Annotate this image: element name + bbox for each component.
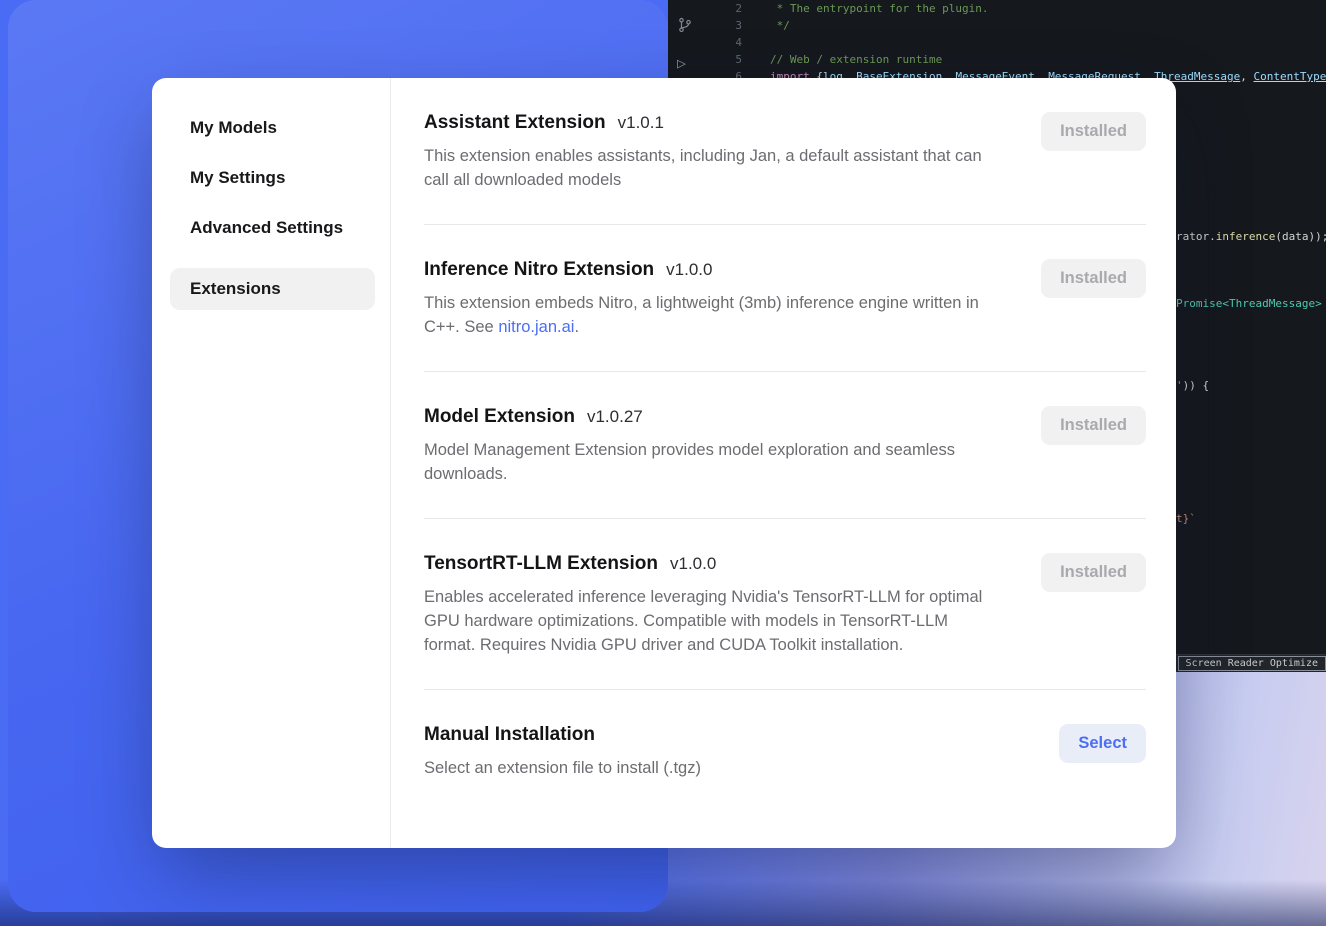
manual-installation-row: Manual Installation Select an extension … bbox=[424, 690, 1146, 812]
extension-description: This extension embeds Nitro, a lightweig… bbox=[424, 291, 999, 339]
installed-button[interactable]: Installed bbox=[1041, 259, 1146, 298]
extension-description: This extension enables assistants, inclu… bbox=[424, 144, 999, 192]
screen-reader-optimize-button[interactable]: Screen Reader Optimize bbox=[1178, 656, 1326, 671]
extension-version: v1.0.0 bbox=[670, 554, 716, 574]
extension-version: v1.0.0 bbox=[666, 260, 712, 280]
code-text: // Web / extension runtime bbox=[742, 51, 942, 68]
code-fragment: Promise<ThreadMessage> bbox=[1176, 297, 1322, 310]
extension-row-model: Model Extension v1.0.27 Model Management… bbox=[424, 372, 1146, 519]
manual-installation-title: Manual Installation bbox=[424, 724, 595, 746]
installed-button[interactable]: Installed bbox=[1041, 553, 1146, 592]
code-fragment: rator.inference(data)); bbox=[1176, 230, 1326, 243]
code-lines: 2 * The entrypoint for the plugin. 3 */ … bbox=[668, 0, 1326, 85]
extension-description: Enables accelerated inference leveraging… bbox=[424, 585, 999, 657]
extension-row-assistant: Assistant Extension v1.0.1 This extensio… bbox=[424, 112, 1146, 225]
sidebar-item-extensions[interactable]: Extensions bbox=[170, 268, 375, 310]
installed-button[interactable]: Installed bbox=[1041, 406, 1146, 445]
nitro-jan-ai-link[interactable]: nitro.jan.ai bbox=[498, 318, 574, 336]
extension-version: v1.0.27 bbox=[587, 407, 643, 427]
code-fragment: ')) { bbox=[1176, 379, 1209, 392]
extension-description: Model Management Extension provides mode… bbox=[424, 438, 999, 486]
extension-version: v1.0.1 bbox=[618, 113, 664, 133]
code-line: 4 bbox=[668, 34, 1326, 51]
line-number: 3 bbox=[668, 17, 742, 34]
code-text: * The entrypoint for the plugin. bbox=[742, 0, 989, 17]
settings-modal: My Models My Settings Advanced Settings … bbox=[152, 78, 1176, 848]
code-text: */ bbox=[742, 17, 790, 34]
code-fragment: t}` bbox=[1176, 512, 1196, 525]
code-line: 5 // Web / extension runtime bbox=[668, 51, 1326, 68]
extension-name: Assistant Extension bbox=[424, 112, 606, 134]
extensions-list: Assistant Extension v1.0.1 This extensio… bbox=[391, 78, 1176, 848]
settings-sidebar: My Models My Settings Advanced Settings … bbox=[152, 78, 391, 848]
manual-installation-description: Select an extension file to install (.tg… bbox=[424, 756, 701, 780]
installed-button[interactable]: Installed bbox=[1041, 112, 1146, 151]
sidebar-item-my-models[interactable]: My Models bbox=[190, 118, 374, 140]
code-line: 3 */ bbox=[668, 17, 1326, 34]
stage: ▷ 2 * The entrypoint for the plugin. 3 *… bbox=[0, 0, 1326, 926]
line-number: 4 bbox=[668, 34, 742, 51]
sidebar-item-my-settings[interactable]: My Settings bbox=[190, 168, 374, 190]
extension-name: TensortRT-LLM Extension bbox=[424, 553, 658, 575]
sidebar-item-advanced-settings[interactable]: Advanced Settings bbox=[190, 218, 374, 240]
extension-name: Model Extension bbox=[424, 406, 575, 428]
line-number: 2 bbox=[668, 0, 742, 17]
line-number: 5 bbox=[668, 51, 742, 68]
code-text bbox=[742, 34, 770, 51]
extension-row-inference-nitro: Inference Nitro Extension v1.0.0 This ex… bbox=[424, 225, 1146, 372]
code-line: 2 * The entrypoint for the plugin. bbox=[668, 0, 1326, 17]
extension-row-tensorrt-llm: TensortRT-LLM Extension v1.0.0 Enables a… bbox=[424, 519, 1146, 690]
select-file-button[interactable]: Select bbox=[1059, 724, 1146, 763]
extension-name: Inference Nitro Extension bbox=[424, 259, 654, 281]
